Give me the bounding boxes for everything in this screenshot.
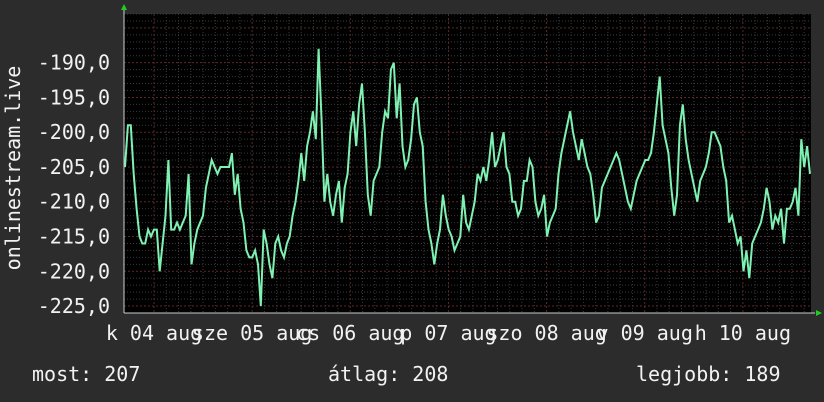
y-tick-label: -215,0 <box>38 225 110 249</box>
x-tick-label: v 09 aug <box>597 321 693 345</box>
y-tick-label: -220,0 <box>38 259 110 283</box>
plot-area <box>124 14 811 313</box>
x-tick-label: sze 05 aug <box>192 321 312 345</box>
x-tick-label: h 10 aug <box>695 321 791 345</box>
y-tick-label: -210,0 <box>38 190 110 214</box>
x-tick-label: k 04 aug <box>106 321 202 345</box>
y-tick-label: -225,0 <box>38 294 110 318</box>
x-tick-label: p 07 aug <box>400 321 496 345</box>
x-tick-label: cs 06 aug <box>296 321 404 345</box>
y-axis-arrow <box>121 4 127 10</box>
stat-current: most: 207 <box>32 362 141 386</box>
y-tick-label: -190,0 <box>38 51 110 75</box>
chart: -190,0 -195,0 -200,0 -205,0 -210,0 -215,0 -220… <box>1 4 822 345</box>
x-tick-label: szo 08 aug <box>486 321 606 345</box>
stat-best: legjobb: 189 <box>636 362 781 386</box>
y-axis-label: onlinestream.live <box>1 66 25 271</box>
y-tick-labels: -190,0 -195,0 -200,0 -205,0 -210,0 -215,0 -220… <box>38 51 110 318</box>
y-tick-label: -195,0 <box>38 85 110 109</box>
y-tick-label: -205,0 <box>38 155 110 179</box>
stat-average: átlag: 208 <box>328 362 449 386</box>
x-tick-labels: k 04 augsze 05 augcs 06 augp 07 augszo 0… <box>106 321 791 345</box>
y-tick-label: -200,0 <box>38 120 110 144</box>
x-axis-arrow <box>816 310 822 316</box>
